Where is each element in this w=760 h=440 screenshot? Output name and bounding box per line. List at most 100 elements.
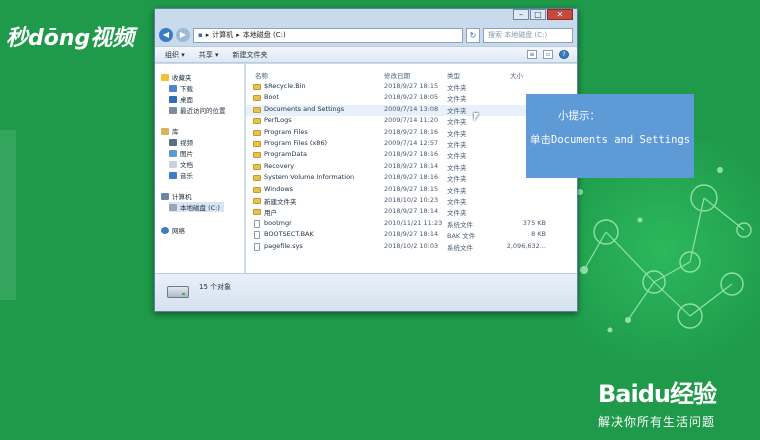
file-row[interactable]: BOOTSECT.BAK 2018/9/27 18:14 BAK 文件 8 KB <box>246 230 577 241</box>
column-header-name[interactable]: 名称 <box>255 70 268 80</box>
window-controls: – □ ✕ <box>513 9 573 20</box>
navigation-pane: 收藏夹 下载 桌面 最近访问的位置 库 视频 图片 文档 音乐 计算机 本地磁盘… <box>155 64 245 273</box>
file-date: 2009/7/14 11:20 <box>384 116 439 125</box>
computer-icon <box>161 192 169 200</box>
file-row[interactable]: $Recycle.Bin 2018/9/27 18:15 文件夹 <box>246 82 577 93</box>
nav-network[interactable]: 网络 <box>161 225 185 235</box>
minimize-button[interactable]: – <box>513 9 529 20</box>
column-header-size[interactable]: 大小 <box>510 70 523 80</box>
file-name: Recovery <box>264 161 295 170</box>
view-options-icon[interactable]: ≡ <box>527 50 537 59</box>
preview-pane-icon[interactable]: ▫ <box>543 50 553 59</box>
file-row[interactable]: 用户 2018/9/27 18:14 文件夹 <box>246 207 577 218</box>
forward-button[interactable]: ▶ <box>176 28 190 42</box>
tip-title: 小提示： <box>558 110 600 122</box>
file-name: Windows <box>264 184 294 193</box>
file-type: 系统文件 <box>447 220 473 229</box>
new-folder-button[interactable]: 新建文件夹 <box>233 50 268 60</box>
search-input[interactable]: 搜索 本地磁盘 (C:) <box>483 27 573 43</box>
column-header-type[interactable]: 类型 <box>447 70 460 80</box>
column-headers: 名称 修改日期 类型 大小 <box>246 70 577 80</box>
file-type: 文件夹 <box>447 175 467 184</box>
nav-downloads[interactable]: 下载 <box>169 83 193 93</box>
file-date: 2018/9/27 18:14 <box>384 230 439 239</box>
maximize-button[interactable]: □ <box>530 9 546 20</box>
share-button[interactable]: 共享 ▾ <box>199 50 219 60</box>
file-type: 文件夹 <box>447 106 467 115</box>
file-type: 文件夹 <box>447 141 467 149</box>
file-type: 系统文件 <box>447 243 473 252</box>
file-type: 文件夹 <box>447 198 467 206</box>
file-row[interactable]: bootmgr 2010/11/21 11:23 系统文件 375 KB <box>246 219 577 230</box>
file-date: 2018/9/27 18:16 <box>384 150 439 159</box>
folder-icon <box>253 106 261 113</box>
folder-icon <box>253 163 261 170</box>
refresh-button[interactable]: ↻ <box>466 27 480 43</box>
breadcrumb-local-disk[interactable]: 本地磁盘 (C:) <box>243 29 286 42</box>
file-size: 2,096,632... <box>506 241 546 250</box>
file-date: 2010/11/21 11:23 <box>384 218 443 227</box>
folder-icon <box>253 95 261 102</box>
file-name: System Volume Information <box>264 173 355 182</box>
column-header-date[interactable]: 修改日期 <box>384 70 410 80</box>
video-icon <box>169 138 177 146</box>
folder-icon <box>253 118 261 125</box>
address-bar[interactable]: ▪ ▸ 计算机 ▸ 本地磁盘 (C:) <box>193 27 463 43</box>
file-name: BOOTSECT.BAK <box>264 230 314 239</box>
download-icon <box>169 84 177 92</box>
folder-icon <box>253 209 261 216</box>
drive-icon <box>167 286 189 298</box>
file-name: Documents and Settings <box>264 104 345 113</box>
star-icon <box>161 73 169 81</box>
nav-videos[interactable]: 视频 <box>169 137 193 147</box>
organize-button[interactable]: 组织 ▾ <box>165 50 185 60</box>
nav-favorites[interactable]: 收藏夹 <box>161 72 192 82</box>
file-date: 2018/10/2 10:23 <box>384 196 439 204</box>
details-pane: 15 个对象 <box>155 273 577 311</box>
nav-recent[interactable]: 最近访问的位置 <box>169 105 226 115</box>
back-button[interactable]: ◀ <box>159 28 173 42</box>
folder-icon <box>253 175 261 182</box>
nav-pictures[interactable]: 图片 <box>169 148 193 158</box>
nav-music[interactable]: 音乐 <box>169 170 193 180</box>
file-type: 文件夹 <box>447 118 467 127</box>
tip-box: 小提示： 单击Documents and Settings <box>526 94 694 178</box>
folder-icon <box>253 152 261 159</box>
desktop-icon <box>169 95 177 103</box>
file-name: ProgramData <box>264 150 307 159</box>
file-type: 文件夹 <box>447 186 467 195</box>
nav-libraries[interactable]: 库 <box>161 126 179 136</box>
nav-documents[interactable]: 文档 <box>169 159 193 169</box>
help-icon[interactable]: ? <box>559 50 569 59</box>
breadcrumb-computer[interactable]: 计算机 <box>212 29 233 42</box>
file-date: 2018/9/27 18:14 <box>384 161 439 170</box>
baidu-slogan: 解决你所有生活问题 <box>598 415 716 429</box>
file-date: 2018/9/27 18:05 <box>384 93 439 102</box>
file-date: 2018/9/27 18:15 <box>384 82 439 90</box>
file-name: $Recycle.Bin <box>264 82 306 90</box>
file-date: 2018/9/27 18:15 <box>384 184 439 193</box>
file-name: PerfLogs <box>264 116 292 125</box>
file-size: 375 KB <box>522 218 546 227</box>
drive-icon <box>169 203 177 211</box>
file-name: Boot <box>264 93 279 102</box>
file-date: 2009/7/14 13:08 <box>384 104 439 113</box>
nav-local-disk[interactable]: 本地磁盘 (C:) <box>169 202 224 212</box>
nav-computer[interactable]: 计算机 <box>161 191 192 201</box>
explorer-window: – □ ✕ ◀ ▶ ▪ ▸ 计算机 ▸ 本地磁盘 (C:) ↻ 搜索 本地磁盘 … <box>154 8 578 312</box>
close-button[interactable]: ✕ <box>547 9 573 20</box>
file-row[interactable]: Windows 2018/9/27 18:15 文件夹 <box>246 185 577 196</box>
nav-desktop[interactable]: 桌面 <box>169 94 193 104</box>
folder-icon <box>253 198 261 204</box>
music-icon <box>169 171 177 179</box>
recent-places-icon <box>169 106 177 114</box>
file-type: BAK 文件 <box>447 232 476 241</box>
baidu-logo-text: Baidu经验 <box>598 380 717 408</box>
file-date: 2018/9/27 18:16 <box>384 127 439 136</box>
file-row[interactable]: pagefile.sys 2018/10/2 10:03 系统文件 2,096,632… <box>246 242 577 253</box>
file-date: 2018/9/27 18:16 <box>384 173 439 182</box>
file-type: 文件夹 <box>447 95 467 104</box>
tip-body: 单击Documents and Settings <box>530 134 691 146</box>
computer-icon: ▪ <box>198 30 203 39</box>
file-row[interactable]: 新建文件夹 2018/10/2 10:23 文件夹 <box>246 196 577 207</box>
